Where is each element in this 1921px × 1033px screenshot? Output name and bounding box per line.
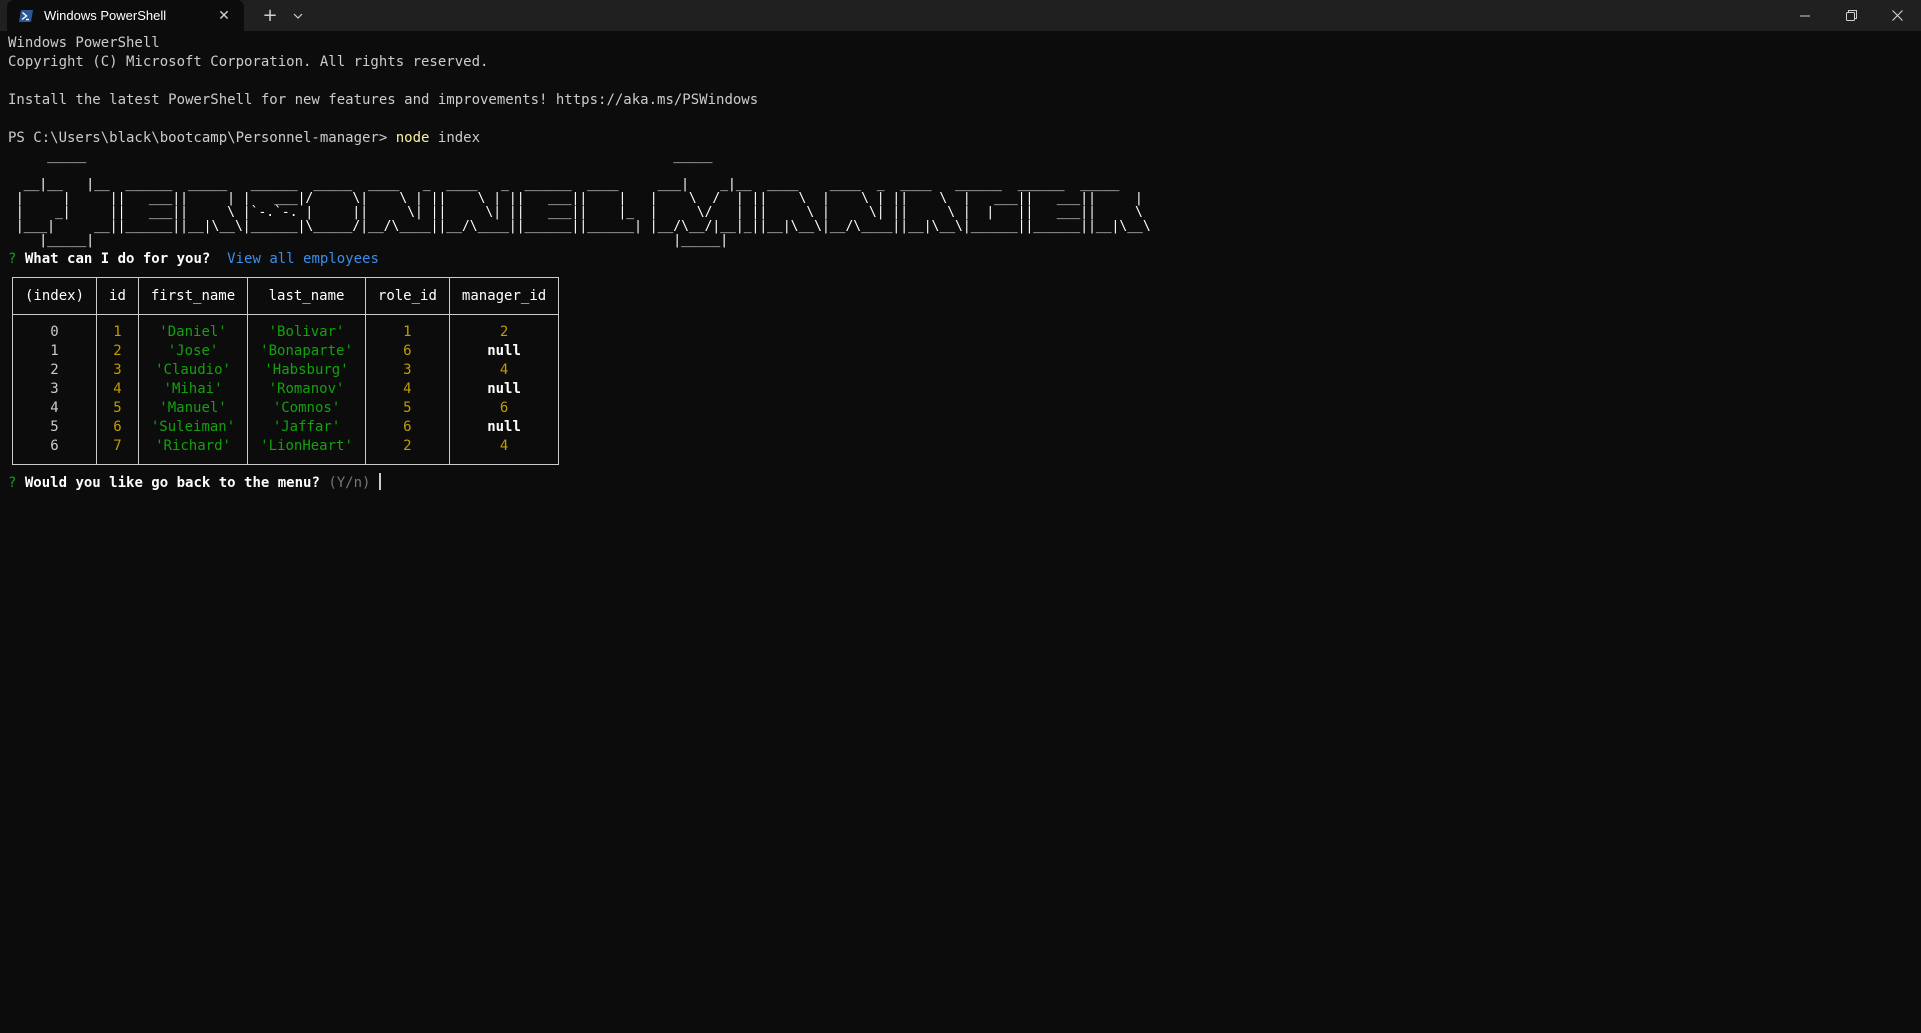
prompt-path: PS C:\Users\black\bootcamp\Personnel-man… — [8, 130, 388, 146]
cell-id: 6 — [96, 418, 139, 437]
cell-last-name: 'Bolivar' — [247, 314, 366, 342]
plus-icon[interactable]: + — [257, 0, 283, 31]
cell-first-name: 'Richard' — [137, 437, 249, 465]
powershell-icon — [19, 9, 33, 22]
maximize-icon[interactable] — [1828, 0, 1874, 31]
cell-role-id: 6 — [364, 342, 450, 361]
ascii-line: _____ _____ — [8, 149, 713, 164]
chevron-down-icon[interactable] — [285, 0, 311, 31]
cell-first-name: 'Claudio' — [137, 361, 249, 380]
table-row: 5 6 'Suleiman' 'Jaffar' 6 null — [11, 418, 560, 437]
cell-manager-id: 4 — [448, 361, 560, 380]
column-header: manager_id — [448, 277, 560, 315]
cell-index: 5 — [11, 418, 98, 437]
cell-last-name: 'Bonaparte' — [247, 342, 366, 361]
ascii-line: |___| __||______||__|\__\|______|\_____/… — [8, 219, 1151, 234]
cell-manager-id: null — [448, 342, 560, 361]
cell-last-name: 'Jaffar' — [247, 418, 366, 437]
terminal-output[interactable]: Windows PowerShell Copyright (C) Microso… — [8, 34, 1913, 1024]
cell-manager-id: null — [448, 418, 560, 437]
question-text: What can I do for you? — [24, 251, 211, 267]
column-header: last_name — [247, 277, 366, 315]
copyright-line: Copyright (C) Microsoft Corporation. All… — [8, 54, 489, 70]
table-header-row: (index) id first_name last_name role_id … — [11, 277, 560, 315]
table-row: 2 3 'Claudio' 'Habsburg' 3 4 — [11, 361, 560, 380]
ascii-line: __|__ |__ ______ _____ ______ _____ ____… — [8, 177, 1120, 192]
cell-first-name: 'Jose' — [137, 342, 249, 361]
cell-last-name: 'Habsburg' — [247, 361, 366, 380]
prompt-line: PS C:\Users\black\bootcamp\Personnel-man… — [8, 129, 1913, 148]
cell-role-id: 2 — [364, 437, 450, 465]
cell-id: 3 — [96, 361, 139, 380]
ascii-banner: _____ _____ __|__ |__ ______ _____ _____… — [8, 150, 1913, 248]
column-header: role_id — [364, 277, 450, 315]
question-hint: (Y/n) — [328, 475, 371, 491]
cell-last-name: 'LionHeart' — [247, 437, 366, 465]
minimize-icon[interactable] — [1782, 0, 1828, 31]
cell-role-id: 1 — [364, 314, 450, 342]
tab-powershell[interactable]: Windows PowerShell ✕ — [7, 0, 244, 31]
ascii-line: | | || ___|| | | ___|/ \| \ | || \ | || … — [8, 191, 1143, 206]
cell-role-id: 6 — [364, 418, 450, 437]
question-back: ? Would you like go back to the menu? (Y… — [8, 473, 1913, 492]
cell-index: 3 — [11, 380, 98, 399]
cell-role-id: 3 — [364, 361, 450, 380]
question-mark: ? — [8, 251, 17, 267]
employees-table: (index) id first_name last_name role_id … — [11, 277, 560, 465]
cell-manager-id: 2 — [448, 314, 560, 342]
cell-index: 6 — [11, 437, 98, 465]
column-header: id — [96, 277, 139, 315]
title-bar: Windows PowerShell ✕ + — [0, 0, 1921, 31]
cell-manager-id: null — [448, 380, 560, 399]
tab-title: Windows PowerShell — [44, 8, 167, 23]
ascii-line — [8, 164, 1913, 178]
table-row: 4 5 'Manuel' 'Comnos' 5 6 — [11, 399, 560, 418]
question-answer: View all employees — [227, 251, 379, 267]
cell-role-id: 4 — [364, 380, 450, 399]
cell-first-name: 'Daniel' — [137, 314, 249, 342]
close-icon[interactable] — [1874, 0, 1920, 31]
question-what: ? What can I do for you? View all employ… — [8, 250, 1913, 269]
cell-role-id: 5 — [364, 399, 450, 418]
install-line: Install the latest PowerShell for new fe… — [8, 92, 759, 108]
cell-id: 2 — [96, 342, 139, 361]
header-line: Windows PowerShell — [8, 35, 160, 51]
cell-first-name: 'Suleiman' — [137, 418, 249, 437]
table-row: 6 7 'Richard' 'LionHeart' 2 4 — [11, 437, 560, 465]
cell-id: 7 — [96, 437, 139, 465]
prompt-argument: index — [437, 130, 481, 146]
table-row: 3 4 'Mihai' 'Romanov' 4 null — [11, 380, 560, 399]
question-mark: ? — [8, 475, 17, 491]
table-row: 1 2 'Jose' 'Bonaparte' 6 null — [11, 342, 560, 361]
cell-first-name: 'Manuel' — [137, 399, 249, 418]
prompt-command: node — [395, 130, 430, 146]
cell-last-name: 'Comnos' — [247, 399, 366, 418]
column-header: first_name — [137, 277, 249, 315]
question-text: Would you like go back to the menu? — [24, 475, 320, 491]
text-cursor[interactable] — [378, 473, 381, 490]
cell-index: 1 — [11, 342, 98, 361]
ascii-line: | _| || ___|| \ |`-.`-. | || \| || \| ||… — [8, 205, 1143, 220]
close-icon[interactable]: ✕ — [214, 6, 234, 26]
cell-id: 1 — [96, 314, 139, 342]
cell-index: 4 — [11, 399, 98, 418]
cell-index: 2 — [11, 361, 98, 380]
cell-manager-id: 6 — [448, 399, 560, 418]
table-row: 0 1 'Daniel' 'Bolivar' 1 2 — [11, 314, 560, 342]
ascii-line: |_____| |_____| — [8, 233, 729, 248]
cell-first-name: 'Mihai' — [137, 380, 249, 399]
cell-manager-id: 4 — [448, 437, 560, 465]
column-header: (index) — [11, 277, 98, 315]
cell-last-name: 'Romanov' — [247, 380, 366, 399]
cell-id: 5 — [96, 399, 139, 418]
cell-id: 4 — [96, 380, 139, 399]
cell-index: 0 — [11, 314, 98, 342]
